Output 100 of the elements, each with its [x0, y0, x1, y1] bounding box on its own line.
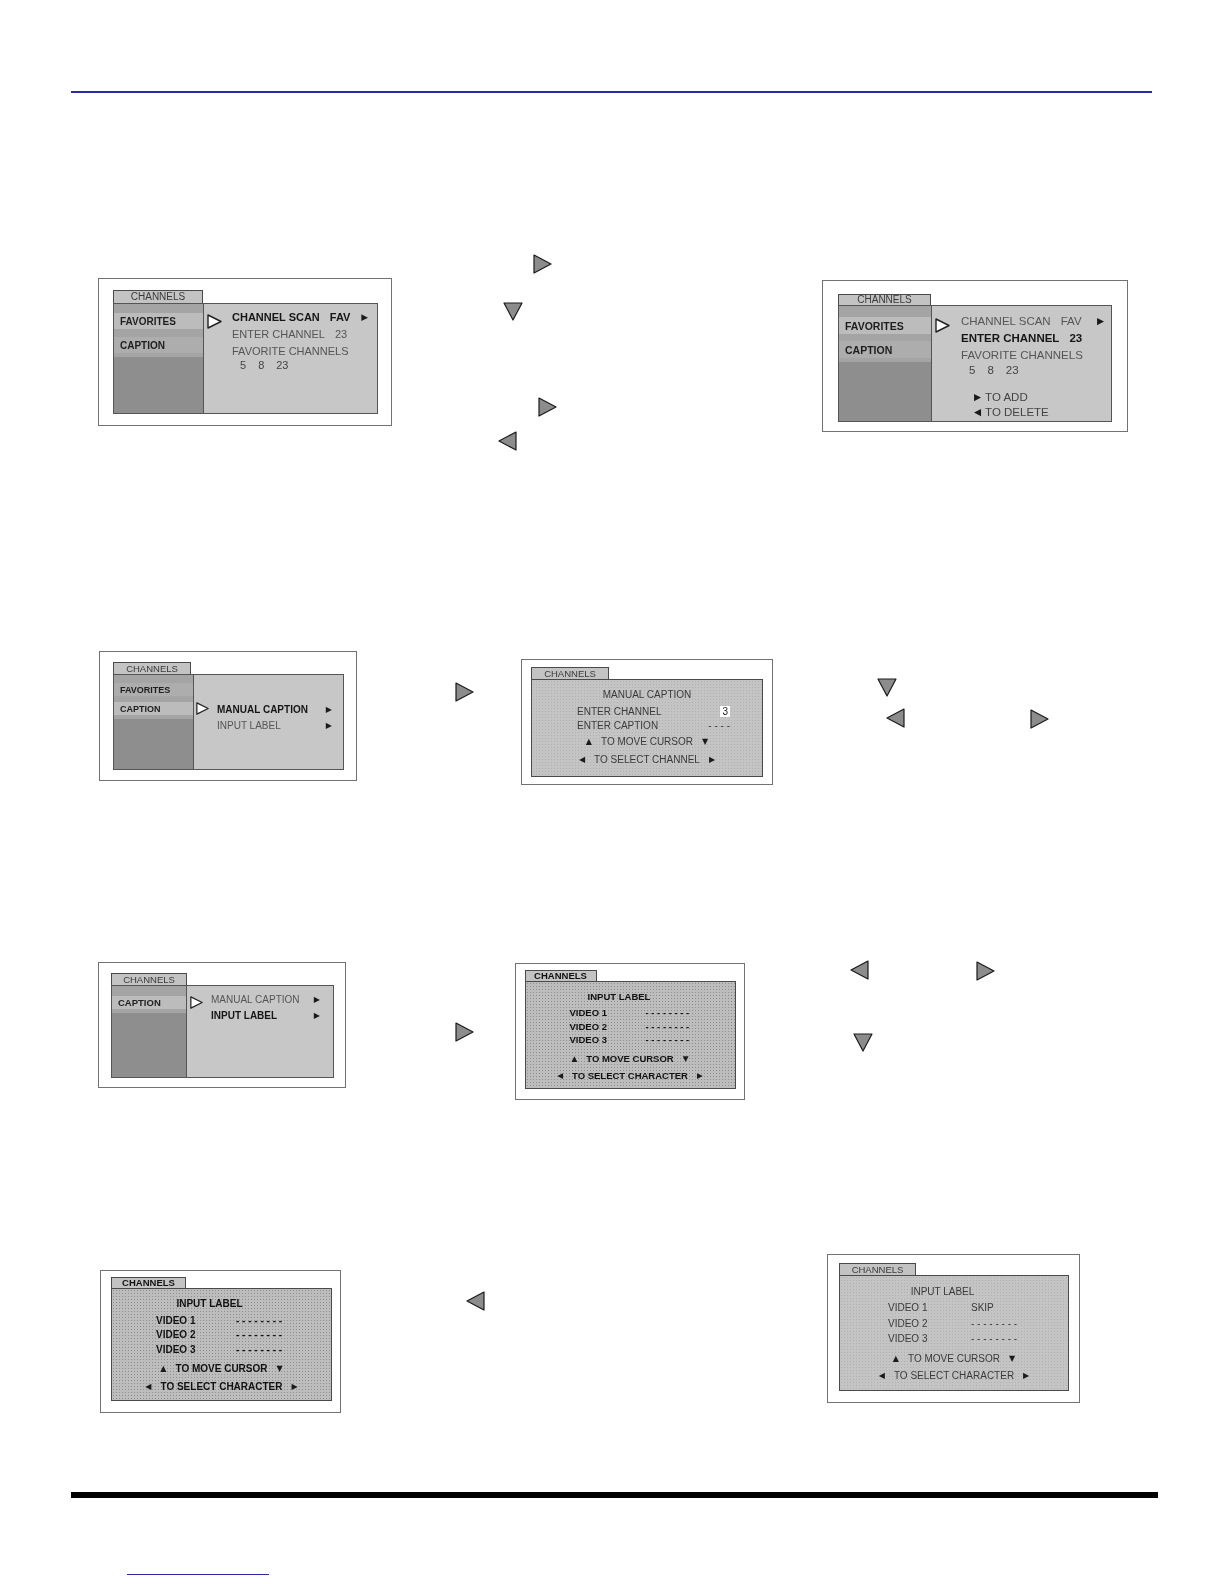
hint-text: TO MOVE CURSOR: [907, 1352, 1000, 1364]
sidebar-item[interactable]: CAPTION: [839, 341, 931, 358]
channel-number: 8: [258, 359, 265, 371]
field-label: VIDEO 1: [888, 1301, 928, 1313]
arrow-glyph: ▲: [160, 1364, 167, 1374]
hint-text: TO ADD: [985, 390, 1028, 403]
sidebar-item[interactable]: FAVORITES: [839, 317, 931, 334]
sidebar-item[interactable]: FAVORITES: [114, 683, 193, 696]
field-label: VIDEO 1: [156, 1314, 196, 1326]
down-arrow-icon: [503, 301, 523, 321]
triangle-pointer-icon: [196, 702, 209, 715]
triangle-pointer-icon: [207, 313, 222, 329]
field-label: ENTER CHANNEL: [577, 705, 662, 717]
menu-value: FAV: [1060, 314, 1082, 327]
field-label: VIDEO 1: [569, 1007, 607, 1019]
menu-item[interactable]: CHANNEL SCAN: [961, 314, 1051, 327]
field-value: - - - - - - - -: [236, 1329, 283, 1341]
sidebar-item[interactable]: CAPTION: [112, 996, 186, 1009]
arrow-glyph: ▶: [324, 720, 332, 730]
menu-item[interactable]: CHANNEL SCAN: [232, 310, 320, 323]
menu-tab[interactable]: CHANNELS: [113, 290, 203, 303]
menu-title: INPUT LABEL: [910, 1285, 975, 1297]
field-value: SKIP: [971, 1301, 994, 1313]
menu-item[interactable]: ENTER CHANNEL: [232, 327, 325, 340]
arrow-glyph: ◀: [145, 1381, 152, 1391]
menu-value: 23: [334, 327, 348, 340]
left-arrow-icon: [498, 431, 518, 451]
left-arrow-icon: [466, 1291, 486, 1311]
menu-item[interactable]: MANUAL CAPTION: [217, 703, 308, 715]
menu-tab[interactable]: CHANNELS: [531, 667, 609, 679]
arrow-glyph: ▶: [360, 311, 368, 322]
right-arrow-icon: [1029, 709, 1049, 729]
arrow-glyph: ◀: [578, 754, 586, 764]
menu-item[interactable]: MANUAL CAPTION: [211, 993, 300, 1005]
hint-text: TO SELECT CHANNEL: [594, 753, 700, 765]
arrow-glyph: ▼: [702, 736, 709, 746]
hint-text: TO MOVE CURSOR: [586, 1052, 674, 1064]
channel-number: 5: [969, 363, 976, 376]
right-arrow-icon: [454, 1022, 474, 1042]
menu-tab[interactable]: CHANNELS: [839, 1263, 916, 1275]
menu-tab[interactable]: CHANNELS: [113, 662, 191, 674]
arrow-glyph: ▶: [974, 391, 982, 402]
field-label: ENTER CAPTION: [577, 719, 659, 731]
field-value: - - - - - - - -: [645, 1007, 690, 1019]
field-value: - - - - - - - -: [236, 1343, 283, 1355]
arrow-glyph: ◀: [974, 406, 982, 417]
arrow-glyph: ▼: [276, 1364, 283, 1374]
hint-text: TO SELECT CHARACTER: [893, 1370, 1015, 1382]
field-label: VIDEO 3: [569, 1034, 607, 1046]
field-value: - - - - - - - -: [236, 1314, 283, 1326]
channel-number: 23: [276, 359, 289, 371]
menu-item[interactable]: FAVORITE CHANNELS: [232, 344, 349, 357]
field-label: VIDEO 2: [888, 1317, 928, 1329]
menu-value: FAV: [329, 310, 351, 323]
menu-title: INPUT LABEL: [176, 1298, 243, 1309]
down-arrow-icon: [853, 1032, 873, 1052]
field-value: 3: [720, 705, 730, 717]
field-value: - - - - - - - -: [645, 1034, 690, 1046]
menu-title: MANUAL CAPTION: [602, 688, 692, 700]
arrow-glyph: ▶: [324, 704, 332, 714]
left-arrow-icon: [850, 960, 870, 980]
arrow-glyph: ▶: [1023, 1371, 1030, 1381]
field-label: VIDEO 2: [569, 1020, 607, 1032]
field-label: VIDEO 3: [888, 1333, 928, 1345]
arrow-glyph: ▶: [291, 1381, 298, 1391]
arrow-glyph: ◀: [878, 1371, 885, 1381]
triangle-pointer-icon: [935, 318, 950, 333]
menu-item[interactable]: ENTER CHANNEL: [961, 331, 1060, 344]
arrow-glyph: ▶: [312, 994, 320, 1004]
field-label: VIDEO 2: [156, 1329, 196, 1341]
left-arrow-icon: [886, 708, 906, 728]
sidebar-item[interactable]: CAPTION: [114, 702, 193, 715]
menu-item[interactable]: INPUT LABEL: [217, 719, 281, 731]
sidebar-item[interactable]: CAPTION: [114, 337, 203, 353]
field-value: - - - - - - - -: [971, 1333, 1018, 1345]
right-arrow-icon: [537, 397, 557, 417]
field-value: - - - - - - - -: [645, 1020, 690, 1032]
arrow-glyph: ▶: [312, 1010, 320, 1020]
menu-item[interactable]: INPUT LABEL: [211, 1009, 278, 1021]
channel-number: 5: [240, 359, 247, 371]
arrow-glyph: ▶: [1095, 315, 1104, 326]
menu-tab[interactable]: CHANNELS: [111, 973, 187, 985]
down-arrow-icon: [877, 677, 897, 697]
channel-number: 23: [1005, 363, 1019, 376]
triangle-pointer-icon: [190, 996, 203, 1009]
field-label: VIDEO 3: [156, 1343, 196, 1355]
field-value: - - - -: [708, 719, 730, 731]
right-arrow-icon: [532, 254, 552, 274]
field-value: - - - - - - - -: [971, 1317, 1018, 1329]
hint-text: TO DELETE: [985, 405, 1049, 418]
right-arrow-icon: [454, 682, 474, 702]
hint-text: TO SELECT CHARACTER: [160, 1380, 283, 1392]
menu-title: INPUT LABEL: [587, 990, 651, 1002]
arrow-glyph: ▶: [708, 754, 716, 764]
hint-text: TO MOVE CURSOR: [600, 735, 693, 747]
menu-item[interactable]: FAVORITE CHANNELS: [961, 348, 1083, 361]
channel-number: 8: [987, 363, 994, 376]
arrow-glyph: ▲: [892, 1353, 899, 1363]
arrow-glyph: ▼: [1009, 1353, 1016, 1363]
sidebar-item[interactable]: FAVORITES: [114, 313, 203, 329]
